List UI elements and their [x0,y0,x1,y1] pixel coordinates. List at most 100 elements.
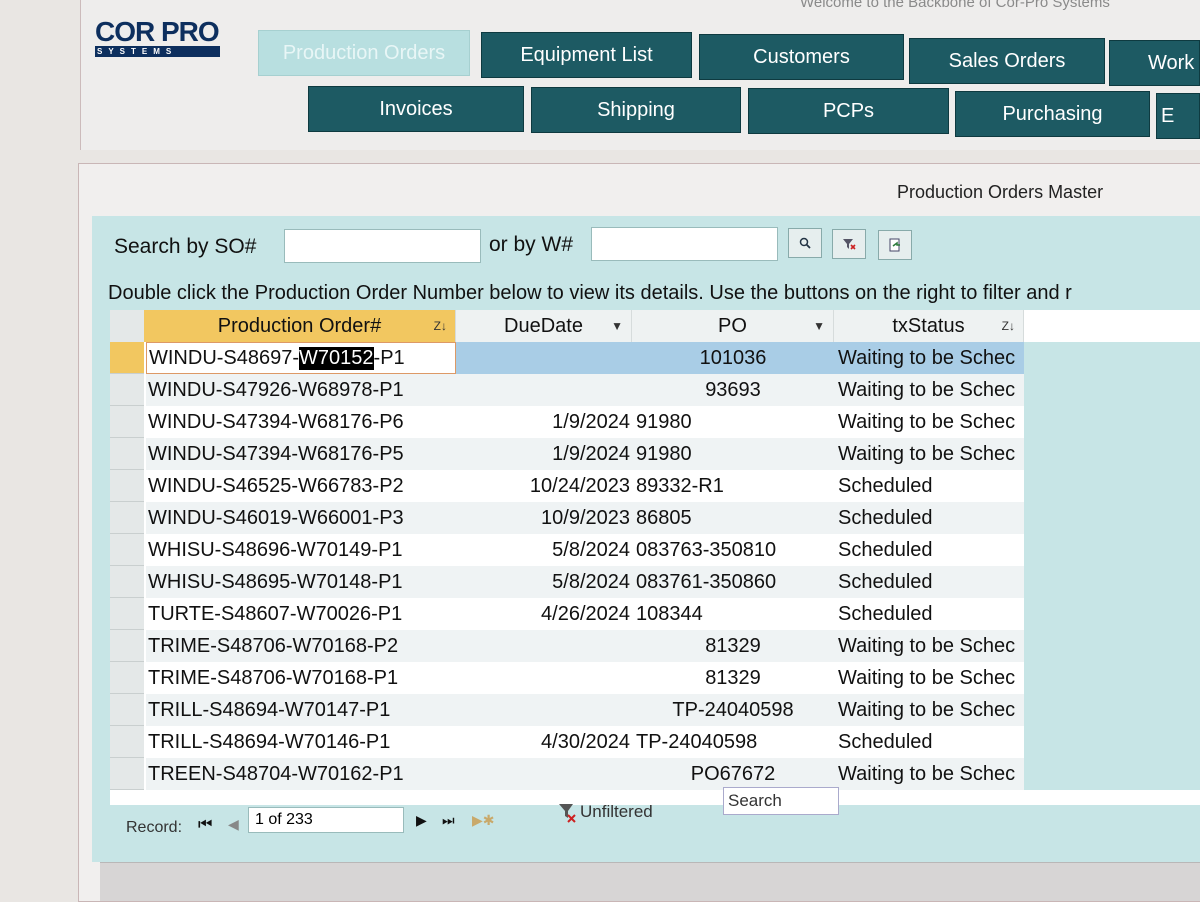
due-date-cell [456,662,632,694]
table-row[interactable]: TRIME-S48706-W70168-P2 81329 Waiting to be… [110,630,1200,662]
po-cell: 81329 [705,666,761,689]
po-cell: PO67672 [632,758,834,790]
sort-desc-icon[interactable]: Z↓ [1002,319,1015,333]
row-selector[interactable] [110,662,144,694]
row-selector[interactable] [110,502,144,534]
row-filler [1024,406,1200,438]
last-record-button[interactable]: ⏭ [442,812,455,829]
row-selector[interactable] [110,726,144,758]
production-order-cell[interactable]: WHISU-S48695-W70148-P1 [146,566,456,598]
status-cell: Scheduled [838,474,933,497]
new-record-button[interactable]: ▶✱ [472,812,495,829]
row-filler [1024,502,1200,534]
po-cell: 93693 [632,374,834,406]
production-order-cell[interactable]: WINDU-S46019-W66001-P3 [146,502,456,534]
row-selector[interactable] [110,342,144,374]
row-selector[interactable] [110,630,144,662]
nav-pcps[interactable]: PCPs [748,88,949,134]
po-cell: 81329 [632,630,834,662]
row-selector[interactable] [110,598,144,630]
status-cell: Waiting to be Schec [834,630,1024,662]
po-cell: 86805 [632,502,834,534]
nav-invoices[interactable]: Invoices [308,86,524,132]
production-order-cell[interactable]: TRILL-S48694-W70147-P1 [146,694,456,726]
due-date-cell: 10/9/2023 [456,502,632,534]
production-order-cell[interactable]: WINDU-S48697- W70152 -P1 [146,342,456,374]
production-order-cell[interactable]: WINDU-S47394-W68176-P6 [146,406,456,438]
table-row[interactable]: WINDU-S47394-W68176-P5 1/9/2024 91980 Waiti… [110,438,1200,470]
search-button[interactable] [788,228,822,258]
column-header-duedate[interactable]: DueDate ▼ [456,310,632,342]
po-cell: 91980 [632,438,834,470]
nav-e[interactable]: E [1156,93,1200,139]
table-row[interactable]: WINDU-S47926-W68978-P1 93693 Waiting to be… [110,374,1200,406]
row-selector[interactable] [110,566,144,598]
first-record-button[interactable]: ⏮ [198,816,212,834]
production-order-cell[interactable]: WINDU-S47394-W68176-P5 [146,438,456,470]
status-cell: Waiting to be Schec [834,438,1024,470]
row-filler [1024,598,1200,630]
po-cell: 083763-350810 [636,538,777,561]
search-so-input[interactable] [284,229,481,263]
production-order-cell[interactable]: TREEN-S48704-W70162-P1 [146,758,456,790]
nav-production-orders[interactable]: Production Orders [258,30,470,76]
table-row[interactable]: TRILL-S48694-W70146-P1 4/30/2024 TP-240405… [110,726,1200,758]
production-order-cell[interactable]: TRIME-S48706-W70168-P1 [146,662,456,694]
table-row[interactable]: WHISU-S48696-W70149-P1 5/8/2024 083763-350… [110,534,1200,566]
record-search-box[interactable]: Search [723,787,839,815]
row-selector[interactable] [110,406,144,438]
nav-customers[interactable]: Customers [699,34,904,80]
sort-desc-icon[interactable]: Z↓ [434,319,447,333]
production-order-cell[interactable]: TRIME-S48706-W70168-P2 [146,630,456,662]
table-row[interactable]: WHISU-S48695-W70148-P1 5/8/2024 083761-350… [110,566,1200,598]
table-row[interactable]: TRILL-S48694-W70147-P1 TP-24040598 Waiting… [110,694,1200,726]
column-header-label: txStatus [892,314,965,337]
search-w-input[interactable] [591,227,778,261]
column-header-production-order[interactable]: Production Order# Z↓ [144,310,456,342]
row-filler [1024,374,1200,406]
row-selector[interactable] [110,694,144,726]
production-order-cell[interactable]: TRILL-S48694-W70146-P1 [146,726,456,758]
filter-status[interactable]: Unfiltered [556,797,653,827]
next-record-button[interactable]: ▶ [416,812,427,829]
row-selector[interactable] [110,534,144,566]
row-filler [1024,662,1200,694]
nav-purchasing[interactable]: Purchasing [955,91,1150,137]
row-selector[interactable] [110,470,144,502]
row-selector[interactable] [110,758,144,790]
table-row[interactable]: WINDU-S48697- W70152 -P1 101036 Waiting to b… [110,342,1200,374]
production-order-cell[interactable]: WINDU-S47926-W68978-P1 [146,374,456,406]
table-row[interactable]: TRIME-S48706-W70168-P1 81329 Waiting to be… [110,662,1200,694]
dropdown-arrow-icon[interactable]: ▼ [611,319,623,333]
row-filler [1024,534,1200,566]
table-row[interactable]: TURTE-S48607-W70026-P1 4/26/2024 108344 Sch… [110,598,1200,630]
due-date-cell: 1/9/2024 [456,438,632,470]
order-highlight: W70152 [299,346,374,370]
table-row[interactable]: TREEN-S48704-W70162-P1 PO67672 Waiting to … [110,758,1200,790]
column-header-txstatus[interactable]: txStatus Z↓ [834,310,1024,342]
column-header-po[interactable]: PO ▼ [632,310,834,342]
po-cell: 89332-R1 [636,474,724,497]
status-cell: Scheduled [838,602,933,625]
row-selector[interactable] [110,438,144,470]
table-row[interactable]: WINDU-S47394-W68176-P6 1/9/2024 91980 Waiti… [110,406,1200,438]
table-row[interactable]: WINDU-S46525-W66783-P2 10/24/2023 89332-R1… [110,470,1200,502]
dropdown-arrow-icon[interactable]: ▼ [813,319,825,333]
status-cell: Scheduled [834,566,1024,598]
production-order-cell[interactable]: WINDU-S46525-W66783-P2 [146,470,456,502]
production-order-cell[interactable]: TURTE-S48607-W70026-P1 [146,598,456,630]
select-all-corner[interactable] [110,310,144,342]
production-order-cell[interactable]: WHISU-S48696-W70149-P1 [146,534,456,566]
clear-filter-icon [843,239,856,250]
row-selector[interactable] [110,374,144,406]
previous-record-button[interactable]: ◀ [228,816,239,833]
nav-equipment-list[interactable]: Equipment List [481,32,692,78]
nav-sales-orders[interactable]: Sales Orders [909,38,1105,84]
due-date-cell [456,374,632,406]
export-button[interactable] [878,230,912,260]
table-row[interactable]: WINDU-S46019-W66001-P3 10/9/2023 86805 Sche… [110,502,1200,534]
current-record-field[interactable]: 1 of 233 [248,807,404,833]
clear-filter-button[interactable] [832,229,866,259]
nav-work[interactable]: Work [1109,40,1200,86]
nav-shipping[interactable]: Shipping [531,87,741,133]
